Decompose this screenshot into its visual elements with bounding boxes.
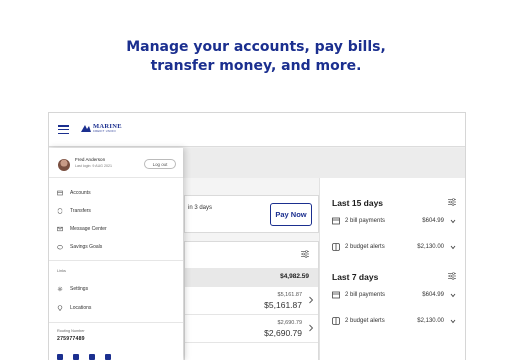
instagram-icon[interactable]: [105, 354, 111, 360]
bill-payments-row[interactable]: 2 bill payments $604.99: [332, 216, 456, 228]
chevron-down-icon: [450, 219, 456, 224]
accounts-total-row: $4,982.59: [185, 268, 318, 287]
row-amount: $604.99: [422, 218, 444, 224]
section-title-15-days: Last 15 days: [332, 198, 384, 208]
hamburger-menu-icon[interactable]: [58, 125, 69, 134]
chevron-right-icon: [309, 324, 314, 332]
section-title-7-days: Last 7 days: [332, 272, 379, 282]
nav-item-savings-goals[interactable]: Savings Goals: [57, 242, 102, 252]
twitter-icon[interactable]: [89, 354, 95, 360]
budget-alerts-row[interactable]: 2 budget alerts $2,130.00: [332, 242, 456, 254]
facebook-icon[interactable]: [73, 354, 79, 360]
budget-alerts-row[interactable]: 2 budget alerts $2,130.00: [332, 316, 456, 328]
nav-item-accounts[interactable]: Accounts: [57, 188, 91, 198]
logo-name: MARINE: [93, 123, 122, 130]
nav-label: Message Center: [70, 226, 107, 232]
account-balance: $2,690.79: [264, 328, 302, 338]
location-pin-icon: [57, 305, 63, 311]
nav-label: Transfers: [70, 208, 91, 214]
activity-summary-panel: Last 15 days 2 bill payments $604.99 2 b…: [319, 178, 465, 360]
account-row[interactable]: $2,690.79 $2,690.79: [185, 315, 318, 343]
accounts-total: $4,982.59: [280, 273, 309, 280]
nav-item-transfers[interactable]: Transfers: [57, 206, 91, 216]
row-amount: $2,130.00: [417, 244, 444, 250]
budget-icon: [332, 317, 340, 325]
bill-due-alert-card: in 3 days Pay Now: [184, 195, 319, 233]
account-available: $2,690.79: [277, 320, 302, 326]
nav-label: Locations: [70, 305, 92, 311]
logo-sub: CREDIT UNION: [93, 130, 116, 133]
marketing-headline: Manage your accounts, pay bills, transfe…: [0, 38, 512, 76]
row-amount: $2,130.00: [417, 318, 444, 324]
row-label: 2 budget alerts: [345, 318, 385, 324]
filter-icon[interactable]: [301, 250, 309, 258]
last-login: Last login: 9 AUG 2021: [75, 164, 112, 168]
divider: [49, 177, 183, 178]
gear-icon: [57, 286, 63, 292]
filter-icon[interactable]: [448, 198, 456, 206]
logo-mark-icon: [81, 124, 91, 132]
budget-icon: [332, 243, 340, 251]
chevron-right-icon: [309, 296, 314, 304]
navigation-drawer: Fred Anderson Last login: 9 AUG 2021 Log…: [49, 148, 183, 360]
logout-button[interactable]: Log out: [144, 159, 176, 169]
nav-item-locations[interactable]: Locations: [57, 303, 91, 313]
alert-text: in 3 days: [188, 205, 213, 211]
nav-label: Accounts: [70, 190, 91, 196]
mail-icon: [57, 226, 63, 232]
row-label: 2 bill payments: [345, 292, 386, 298]
transfers-icon: [57, 208, 63, 214]
chevron-down-icon: [450, 245, 456, 250]
routing-number-label: Routing Number: [57, 329, 85, 333]
linkedin-icon[interactable]: [57, 354, 63, 360]
accounts-card: $4,982.59 $5,161.87 $5,161.87 $2,690.79 …: [184, 241, 319, 360]
pay-now-button[interactable]: Pay Now: [270, 203, 312, 226]
nav-label: Savings Goals: [70, 244, 103, 250]
bank-logo[interactable]: MARINE CREDIT UNION: [81, 123, 122, 133]
headline-line-2: transfer money, and more.: [150, 58, 362, 74]
filter-icon[interactable]: [448, 272, 456, 280]
account-balance: $5,161.87: [264, 300, 302, 310]
user-name: Fred Anderson: [75, 157, 106, 162]
bill-payments-row[interactable]: 2 bill payments $604.99: [332, 290, 456, 302]
headline-line-1: Manage your accounts, pay bills,: [126, 39, 386, 55]
nav-item-settings[interactable]: Settings: [57, 284, 88, 294]
row-amount: $604.99: [422, 292, 444, 298]
accounts-icon: [57, 190, 63, 196]
links-section-label: Links: [57, 269, 66, 273]
account-available: $5,161.87: [277, 292, 302, 298]
bill-icon: [332, 217, 340, 225]
divider: [49, 322, 183, 323]
nav-label: Settings: [70, 286, 89, 292]
row-label: 2 bill payments: [345, 218, 386, 224]
account-row[interactable]: $5,161.87 $5,161.87: [185, 287, 318, 315]
divider: [49, 260, 183, 261]
social-links: [57, 354, 111, 360]
top-bar: MARINE CREDIT UNION: [49, 113, 465, 147]
row-label: 2 budget alerts: [345, 244, 385, 250]
bill-icon: [332, 291, 340, 299]
nav-item-message-center[interactable]: Message Center: [57, 224, 107, 234]
app-window: MARINE CREDIT UNION in 3 days Pay Now $4…: [48, 112, 466, 360]
avatar[interactable]: [58, 159, 70, 171]
chevron-down-icon: [450, 293, 456, 298]
savings-icon: [57, 244, 63, 250]
routing-number: 275977489: [57, 336, 85, 342]
chevron-down-icon: [450, 319, 456, 324]
